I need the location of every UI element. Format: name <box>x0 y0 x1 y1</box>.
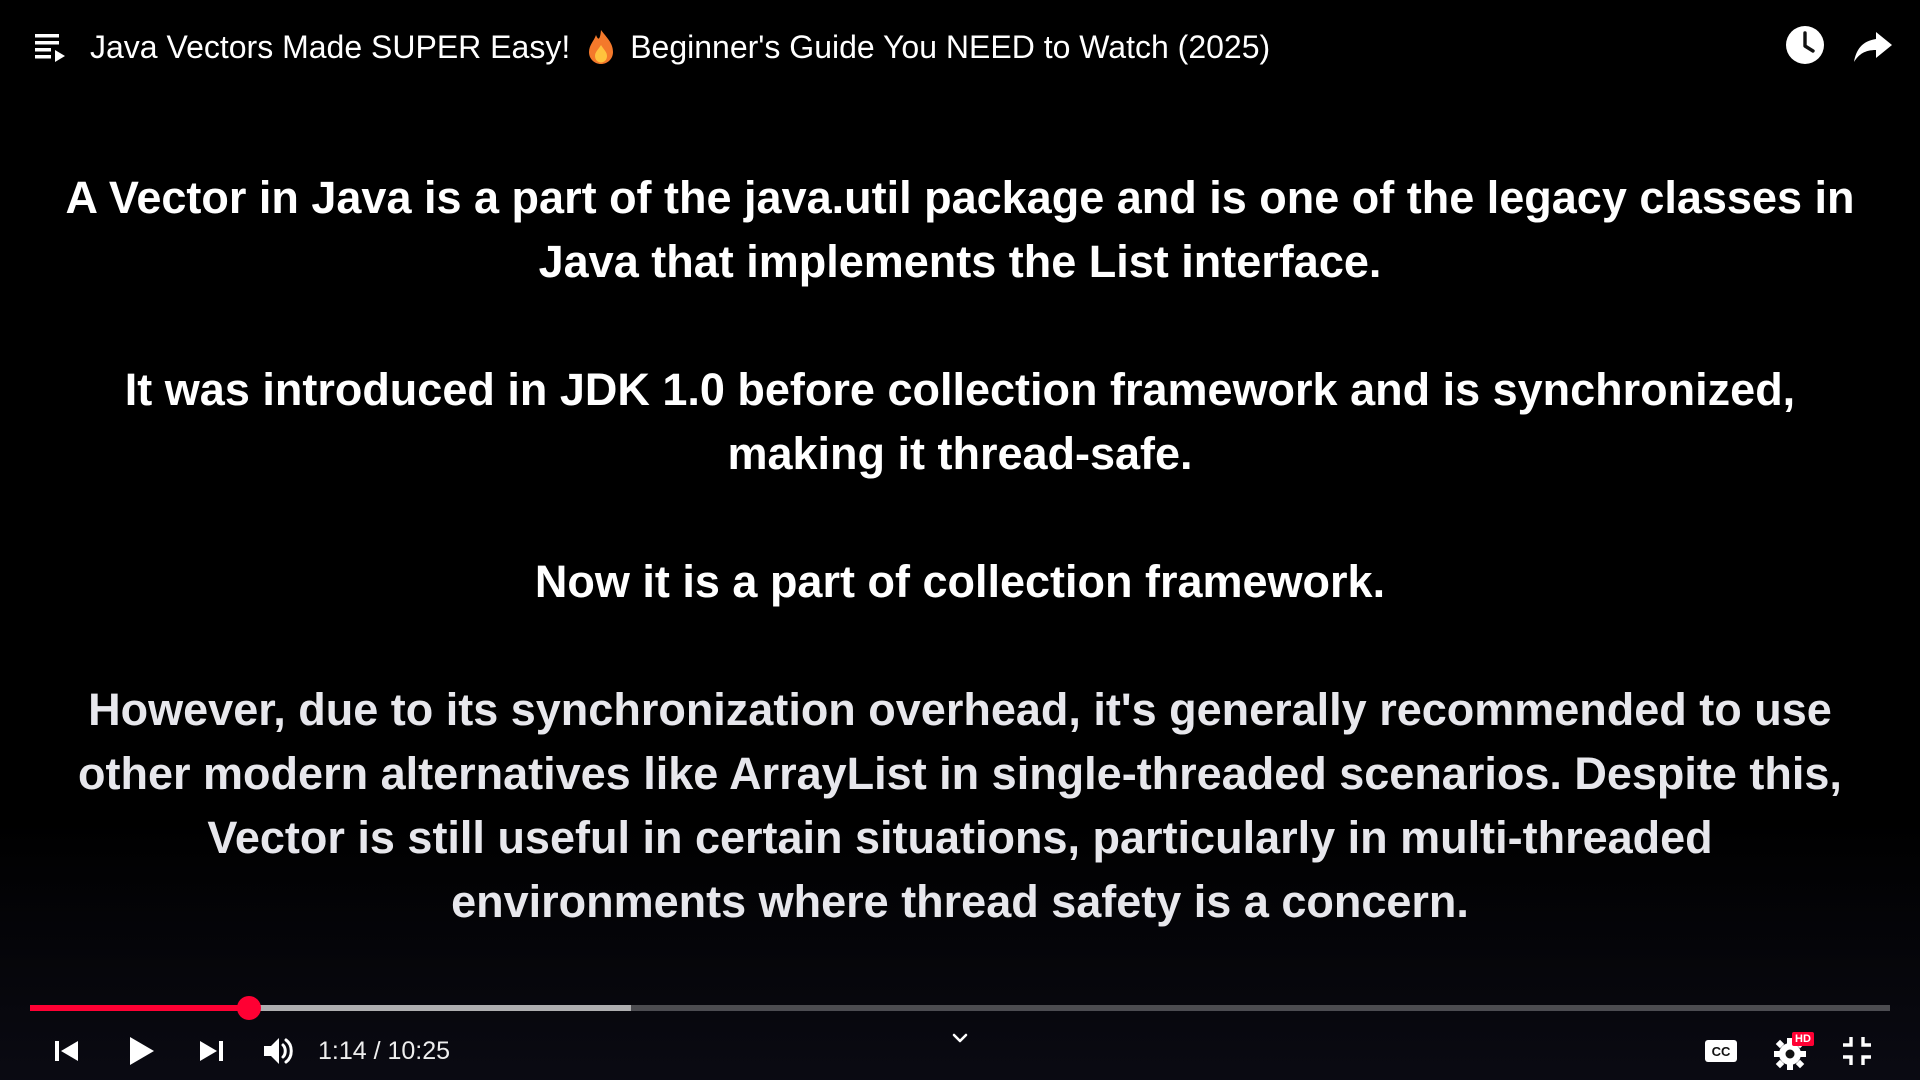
fire-icon <box>584 27 618 67</box>
previous-button[interactable] <box>50 1034 84 1068</box>
svg-text:CC: CC <box>1712 1044 1731 1059</box>
slide-paragraph: A Vector in Java is a part of the java.u… <box>65 172 1855 287</box>
time-display: 1:14 / 10:25 <box>318 1037 451 1065</box>
volume-button[interactable] <box>260 1032 298 1070</box>
play-icon <box>130 1037 154 1065</box>
fullscreen-exit-icon <box>1843 1037 1871 1065</box>
slide-text: A Vector in Java is a part of the java.u… <box>60 166 1860 934</box>
more-videos-button[interactable] <box>946 1024 974 1052</box>
watch-later-icon[interactable] <box>1784 24 1826 66</box>
video-title[interactable]: Java Vectors Made SUPER Easy! Beginner's… <box>90 24 1271 67</box>
playlist-icon[interactable] <box>33 30 69 66</box>
share-icon[interactable] <box>1852 26 1894 66</box>
slide-paragraph: However, due to its synchronization over… <box>78 684 1842 927</box>
exit-fullscreen-button[interactable] <box>1838 1032 1876 1070</box>
play-button[interactable] <box>120 1030 162 1072</box>
settings-button[interactable]: HD <box>1772 1032 1814 1072</box>
video-title-part2: Beginner's Guide You NEED to Watch (2025… <box>630 28 1271 65</box>
progress-bar[interactable] <box>30 996 1890 1020</box>
slide-paragraph: Now it is a part of collection framework… <box>534 556 1386 607</box>
next-button[interactable] <box>194 1034 228 1068</box>
next-icon <box>200 1041 223 1061</box>
top-bar: Java Vectors Made SUPER Easy! Beginner's… <box>0 0 1920 90</box>
hd-badge: HD <box>1792 1032 1814 1046</box>
volume-icon <box>264 1038 293 1064</box>
video-title-part1: Java Vectors Made SUPER Easy! <box>90 28 571 65</box>
chevron-down-icon <box>952 1033 968 1043</box>
progress-played <box>30 1005 250 1011</box>
previous-icon <box>55 1041 78 1061</box>
slide-paragraph: It was introduced in JDK 1.0 before coll… <box>124 364 1796 479</box>
cc-icon: CC <box>1705 1040 1737 1062</box>
subtitles-button[interactable]: CC <box>1702 1032 1740 1070</box>
player-controls: 1:14 / 10:25 CC HD <box>0 1020 1920 1080</box>
